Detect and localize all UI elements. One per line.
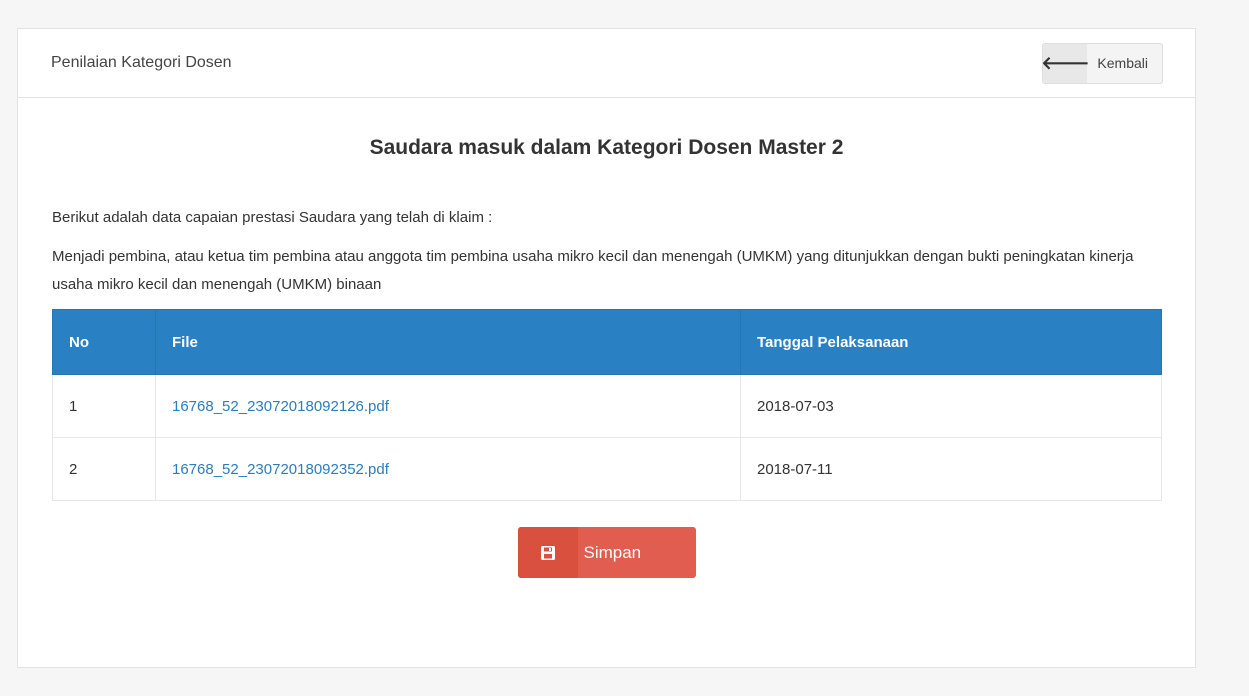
file-link[interactable]: 16768_52_23072018092352.pdf	[172, 461, 389, 478]
cell-date: 2018-07-11	[740, 437, 1162, 501]
floppy-disk-icon	[517, 527, 578, 578]
cell-no: 2	[52, 437, 156, 501]
column-header-date: Tanggal Pelaksanaan	[740, 309, 1162, 375]
category-heading: Saudara masuk dalam Kategori Dosen Maste…	[369, 136, 844, 159]
form-actions: Simpan	[52, 527, 1161, 578]
panel-body: Saudara masuk dalam Kategori Dosen Maste…	[18, 136, 1195, 578]
panel-title: Penilaian Kategori Dosen	[51, 54, 232, 71]
cell-date: 2018-07-03	[740, 374, 1162, 438]
cell-file: 16768_52_23072018092126.pdf	[155, 374, 741, 438]
cell-file: 16768_52_23072018092352.pdf	[155, 437, 741, 501]
column-header-file: File	[155, 309, 741, 375]
table-row: 1 16768_52_23072018092126.pdf 2018-07-03	[52, 374, 1162, 438]
cell-no: 1	[52, 374, 156, 438]
arrow-left-icon: 🡐	[1043, 43, 1090, 83]
back-button-label: Kembali	[1097, 55, 1148, 71]
assessment-panel: Penilaian Kategori Dosen 🡐 Kembali Sauda…	[17, 28, 1196, 668]
achievement-description: Menjadi pembina, atau ketua tim pembina …	[52, 248, 1134, 293]
table-header-row: No File Tanggal Pelaksanaan	[52, 309, 1162, 375]
table-row: 2 16768_52_23072018092352.pdf 2018-07-11	[52, 437, 1162, 501]
panel-header: Penilaian Kategori Dosen 🡐 Kembali	[18, 29, 1195, 98]
files-table: No File Tanggal Pelaksanaan 1 16768_52_2…	[52, 309, 1162, 501]
file-link[interactable]: 16768_52_23072018092126.pdf	[172, 398, 389, 415]
intro-text: Berikut adalah data capaian prestasi Sau…	[52, 209, 493, 226]
save-button[interactable]: Simpan	[517, 527, 696, 578]
back-button[interactable]: 🡐 Kembali	[1042, 42, 1163, 84]
save-button-label: Simpan	[583, 542, 642, 562]
column-header-no: No	[52, 309, 156, 375]
